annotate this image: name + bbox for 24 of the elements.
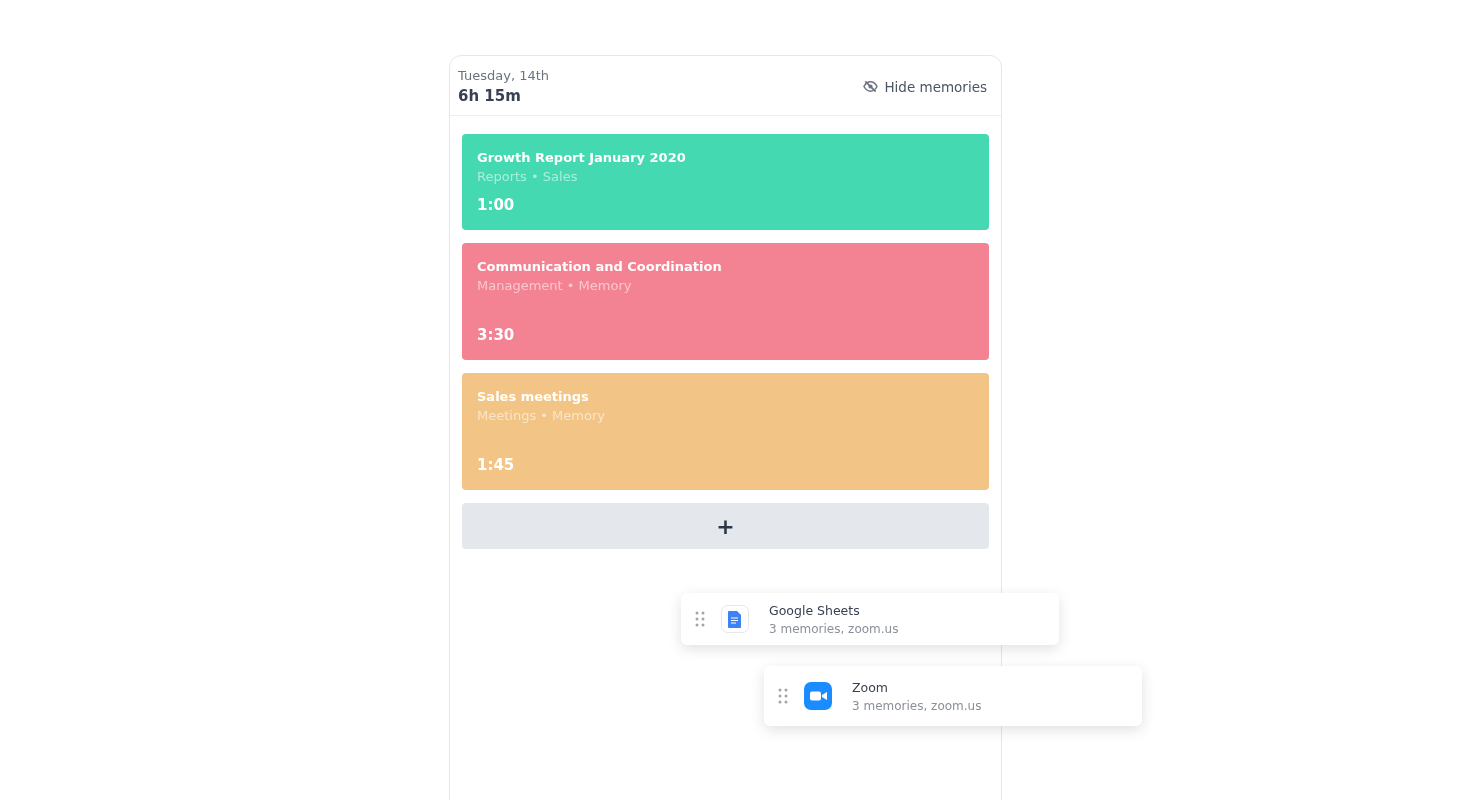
day-date: Tuesday, 14th bbox=[458, 68, 550, 83]
memory-app-name: Google Sheets bbox=[769, 602, 861, 618]
entry-duration: 1:00 bbox=[477, 196, 516, 214]
entry-title: Communication and Coordination bbox=[477, 259, 723, 274]
entry-tags: Management • Memory bbox=[477, 278, 974, 293]
drag-handle-icon[interactable] bbox=[695, 611, 705, 627]
entry-duration: 3:30 bbox=[477, 326, 516, 344]
add-entry-button[interactable]: + bbox=[462, 503, 989, 549]
entry-tags: Meetings • Memory bbox=[477, 408, 974, 423]
entry-title: Growth Report January 2020 bbox=[477, 150, 687, 165]
document-icon bbox=[721, 605, 749, 633]
memory-card[interactable]: Google Sheets 3 memories, zoom.us bbox=[681, 593, 1059, 645]
memory-detail: 3 memories, zoom.us bbox=[852, 698, 982, 713]
hide-memories-button[interactable]: Hide memories bbox=[863, 78, 987, 95]
entry-tags: Reports • Sales bbox=[477, 169, 974, 184]
drag-handle-icon[interactable] bbox=[778, 688, 788, 704]
video-camera-icon bbox=[804, 682, 832, 710]
entry-title: Sales meetings bbox=[477, 389, 590, 404]
entry-duration: 1:45 bbox=[477, 456, 516, 474]
day-total: 6h 15m bbox=[458, 87, 522, 105]
memory-app-name: Zoom bbox=[852, 679, 890, 695]
eye-slash-icon bbox=[863, 79, 879, 94]
memory-detail: 3 memories, zoom.us bbox=[769, 621, 899, 636]
memory-card[interactable]: Zoom 3 memories, zoom.us bbox=[764, 666, 1142, 726]
